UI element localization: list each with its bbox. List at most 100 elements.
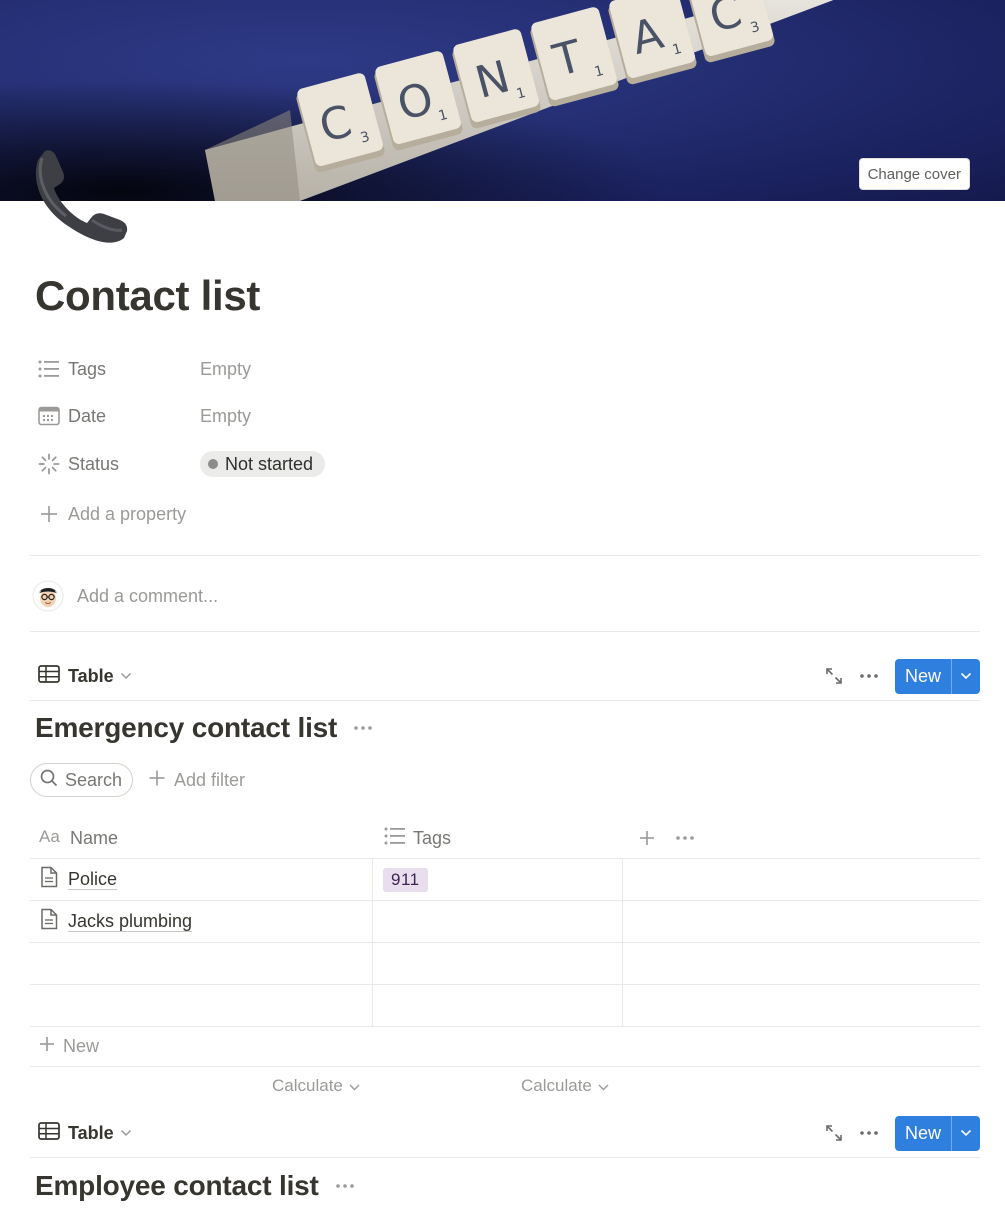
calculate-button[interactable]: Calculate bbox=[521, 1067, 609, 1105]
add-filter-button[interactable]: Add filter bbox=[148, 763, 245, 797]
view-tools: New bbox=[819, 658, 980, 694]
database-title: Employee contact list bbox=[35, 1170, 357, 1202]
cell-empty[interactable] bbox=[623, 943, 980, 984]
change-cover-button[interactable]: Change cover bbox=[858, 158, 970, 190]
property-name: Date bbox=[68, 405, 107, 426]
row-title[interactable]: Police bbox=[68, 869, 118, 890]
property-name: Tags bbox=[68, 358, 107, 379]
comment-row[interactable]: Add a comment... bbox=[30, 578, 980, 614]
table-row[interactable] bbox=[30, 943, 980, 985]
calculate-row: Calculate Calculate bbox=[30, 1067, 980, 1105]
search-icon bbox=[40, 769, 58, 792]
cell-name[interactable]: Police bbox=[30, 859, 373, 900]
table-header: Aa Name Tags bbox=[30, 818, 980, 859]
cell-tags[interactable] bbox=[373, 943, 623, 984]
cell-empty[interactable] bbox=[623, 859, 980, 900]
table-icon bbox=[38, 1121, 60, 1145]
more-options-icon[interactable] bbox=[854, 1118, 884, 1148]
more-options-icon[interactable] bbox=[671, 824, 699, 852]
property-status[interactable]: Status Not started bbox=[30, 446, 980, 482]
new-button[interactable]: New bbox=[894, 658, 951, 694]
new-dropdown-button[interactable] bbox=[951, 658, 980, 694]
property-name: Status bbox=[68, 453, 120, 474]
new-dropdown-button[interactable] bbox=[951, 1115, 980, 1151]
calculate-label: Calculate bbox=[272, 1076, 343, 1095]
calendar-icon bbox=[36, 403, 62, 429]
column-header-name[interactable]: Aa Name bbox=[30, 818, 373, 859]
avatar bbox=[32, 580, 64, 612]
plus-icon bbox=[148, 769, 166, 792]
cell-empty[interactable] bbox=[623, 901, 980, 942]
property-value[interactable]: Empty bbox=[200, 406, 251, 427]
new-button-group: New bbox=[894, 658, 980, 694]
column-header-tags[interactable]: Tags bbox=[373, 818, 623, 859]
more-options-icon[interactable] bbox=[351, 716, 375, 740]
cell-empty[interactable] bbox=[623, 985, 980, 1026]
page-cover: C3O1N1T1A1C3 Change cover bbox=[0, 0, 1005, 201]
expand-icon[interactable] bbox=[819, 1118, 849, 1148]
status-badge[interactable]: Not started bbox=[200, 451, 326, 477]
cell-name[interactable]: Jacks plumbing bbox=[30, 901, 373, 942]
cell-tags[interactable] bbox=[373, 901, 623, 942]
list-icon bbox=[36, 356, 62, 382]
divider bbox=[30, 631, 980, 632]
cell-tags[interactable] bbox=[373, 985, 623, 1026]
chevron-down-icon bbox=[960, 1129, 972, 1137]
add-property-button[interactable]: Add a property bbox=[30, 496, 980, 532]
view-tab-table[interactable]: Table bbox=[30, 1118, 138, 1148]
row-title[interactable]: Jacks plumbing bbox=[68, 911, 193, 932]
table-row[interactable]: Jacks plumbing bbox=[30, 901, 980, 943]
divider bbox=[30, 700, 980, 701]
cell-tags[interactable]: 911 bbox=[373, 859, 623, 900]
add-filter-label: Add filter bbox=[174, 769, 246, 790]
page-document-icon bbox=[39, 908, 59, 935]
database-title-text[interactable]: Employee contact list bbox=[35, 1170, 319, 1202]
property-value[interactable]: Empty bbox=[200, 359, 251, 380]
plus-icon bbox=[36, 501, 62, 527]
database-title-text[interactable]: Emergency contact list bbox=[35, 712, 337, 744]
more-options-icon[interactable] bbox=[333, 1174, 357, 1198]
more-options-icon[interactable] bbox=[854, 661, 884, 691]
cover-scrabble-image: C 3O1N 1T 1A 1C 3 bbox=[0, 0, 1005, 201]
view-tools: New bbox=[819, 1115, 980, 1151]
view-tab-table[interactable]: Table bbox=[30, 661, 138, 691]
comment-input[interactable]: Add a comment... bbox=[77, 586, 218, 607]
calculate-button[interactable]: Calculate bbox=[272, 1067, 360, 1105]
column-header-label: Name bbox=[70, 827, 119, 848]
table-view-bar: Table New bbox=[30, 658, 980, 694]
search-button[interactable]: Search bbox=[30, 763, 134, 797]
cell-name[interactable] bbox=[30, 943, 373, 984]
chevron-down-icon bbox=[598, 1076, 609, 1096]
table-row[interactable]: Police 911 bbox=[30, 859, 980, 901]
add-row-button[interactable]: New bbox=[30, 1027, 980, 1067]
column-header-label: Tags bbox=[413, 827, 452, 848]
database-table: Aa Name Tags Police 911 Jacks plumbing N… bbox=[30, 818, 980, 1105]
add-column-icon[interactable] bbox=[633, 824, 661, 852]
add-property-label: Add a property bbox=[68, 503, 187, 524]
cell-name[interactable] bbox=[30, 985, 373, 1026]
list-icon bbox=[384, 827, 406, 850]
view-tab-label: Table bbox=[68, 665, 114, 686]
property-date[interactable]: Date Empty bbox=[30, 398, 980, 434]
page-document-icon bbox=[39, 866, 59, 893]
chevron-down-icon bbox=[120, 667, 132, 685]
expand-icon[interactable] bbox=[819, 661, 849, 691]
page-title[interactable]: Contact list bbox=[35, 272, 260, 320]
table-row[interactable] bbox=[30, 985, 980, 1027]
property-tags[interactable]: Tags Empty bbox=[30, 351, 980, 387]
text-aa-icon: Aa bbox=[39, 827, 63, 849]
chevron-down-icon bbox=[120, 1124, 132, 1142]
view-tab-label: Table bbox=[68, 1122, 114, 1143]
calculate-label: Calculate bbox=[521, 1076, 592, 1095]
new-button[interactable]: New bbox=[894, 1115, 951, 1151]
search-label: Search bbox=[65, 769, 123, 790]
divider bbox=[30, 1157, 980, 1158]
new-button-group: New bbox=[894, 1115, 980, 1151]
chevron-down-icon bbox=[349, 1076, 360, 1096]
plus-icon bbox=[39, 1036, 55, 1057]
status-dot bbox=[208, 459, 218, 469]
table-view-bar: Table New bbox=[30, 1115, 980, 1151]
status-label: Not started bbox=[225, 453, 314, 474]
telephone-receiver-icon[interactable] bbox=[28, 148, 132, 248]
database-title: Emergency contact list bbox=[35, 712, 375, 744]
